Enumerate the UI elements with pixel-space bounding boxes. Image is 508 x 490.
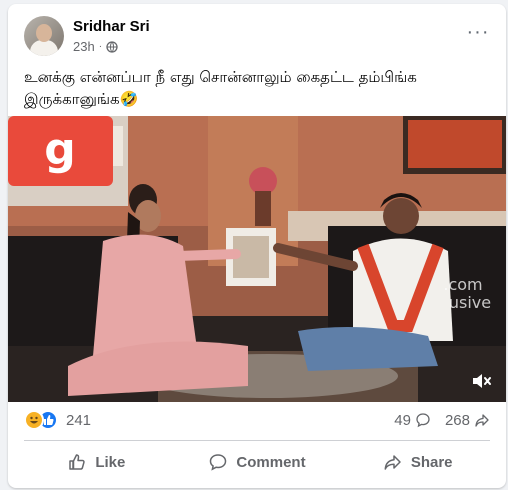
comment-count-value: 49 (394, 411, 411, 429)
avatar[interactable] (24, 16, 64, 56)
share-arrow-icon (475, 414, 489, 427)
post-meta: 23h · (73, 39, 118, 54)
post-header: Sridhar Sri 23h · ··· (24, 16, 494, 56)
video-watermark-2: usive (449, 293, 491, 312)
comment-bubble-icon (416, 413, 430, 428)
video-frame: g .com usive (8, 116, 506, 402)
video-watermark: .com (443, 275, 482, 294)
avatar-face (36, 24, 52, 42)
post-card: Sridhar Sri 23h · ··· உனக்கு என்னப்பா நீ… (8, 4, 506, 488)
comment-icon (210, 454, 227, 471)
globe-icon (106, 40, 118, 53)
speaker-muted-icon[interactable] (470, 370, 492, 392)
meta-separator: · (98, 41, 103, 52)
share-count[interactable]: 268 (445, 412, 490, 429)
action-divider (24, 440, 490, 441)
post-video[interactable]: g .com usive (8, 116, 506, 402)
reaction-icons (24, 410, 60, 430)
action-bar: Like Comment Share (16, 444, 498, 480)
avatar-shirt (30, 40, 58, 56)
comment-button[interactable]: Comment (177, 444, 338, 480)
comment-label: Comment (236, 453, 306, 471)
haha-reaction-icon (24, 410, 44, 430)
share-label: Share (410, 453, 453, 471)
engagement-counts: 49 268 (394, 408, 490, 432)
more-options-button[interactable]: ··· (464, 22, 492, 50)
author-name[interactable]: Sridhar Sri (73, 18, 150, 35)
post-caption: உனக்கு என்னப்பா நீ எது சொன்னாலும் கைதட்ட… (24, 68, 417, 108)
like-label: Like (95, 453, 126, 471)
like-button[interactable]: Like (16, 444, 177, 480)
share-icon (384, 455, 401, 470)
comment-count[interactable]: 49 (394, 412, 431, 429)
reaction-count: 241 (66, 411, 92, 429)
share-button[interactable]: Share (337, 444, 498, 480)
post-time[interactable]: 23h (73, 39, 95, 54)
channel-logo: g (44, 124, 76, 175)
reactions-summary[interactable]: 241 (24, 408, 91, 432)
thumbs-up-icon (69, 454, 86, 470)
share-count-value: 268 (444, 411, 470, 429)
